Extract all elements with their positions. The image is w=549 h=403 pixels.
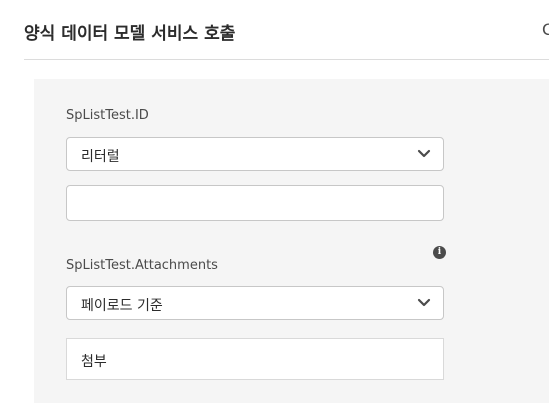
field-label-splisttest-attachments: SpListTest.Attachments [66, 258, 218, 273]
value-input-id[interactable] [66, 185, 444, 221]
chevron-down-icon [417, 298, 431, 307]
info-icon[interactable]: i [433, 246, 446, 259]
dialog-header: 양식 데이터 모델 서비스 호출 C [0, 0, 549, 60]
header-divider [24, 59, 549, 60]
chevron-down-icon [417, 149, 431, 158]
input-value: 첨부 [81, 354, 107, 370]
value-type-select-attachments[interactable]: 페이로드 기준 [66, 286, 444, 320]
select-value: 페이로드 기준 [81, 298, 163, 314]
header-corner-glyph: C [542, 20, 549, 39]
field-label-splisttest-id: SpListTest.ID [66, 108, 149, 123]
value-input-attachments[interactable]: 첨부 [66, 338, 444, 380]
select-value: 리터럴 [81, 149, 120, 165]
value-type-select-id[interactable]: 리터럴 [66, 137, 444, 171]
page-title: 양식 데이터 모델 서비스 호출 [24, 24, 236, 44]
